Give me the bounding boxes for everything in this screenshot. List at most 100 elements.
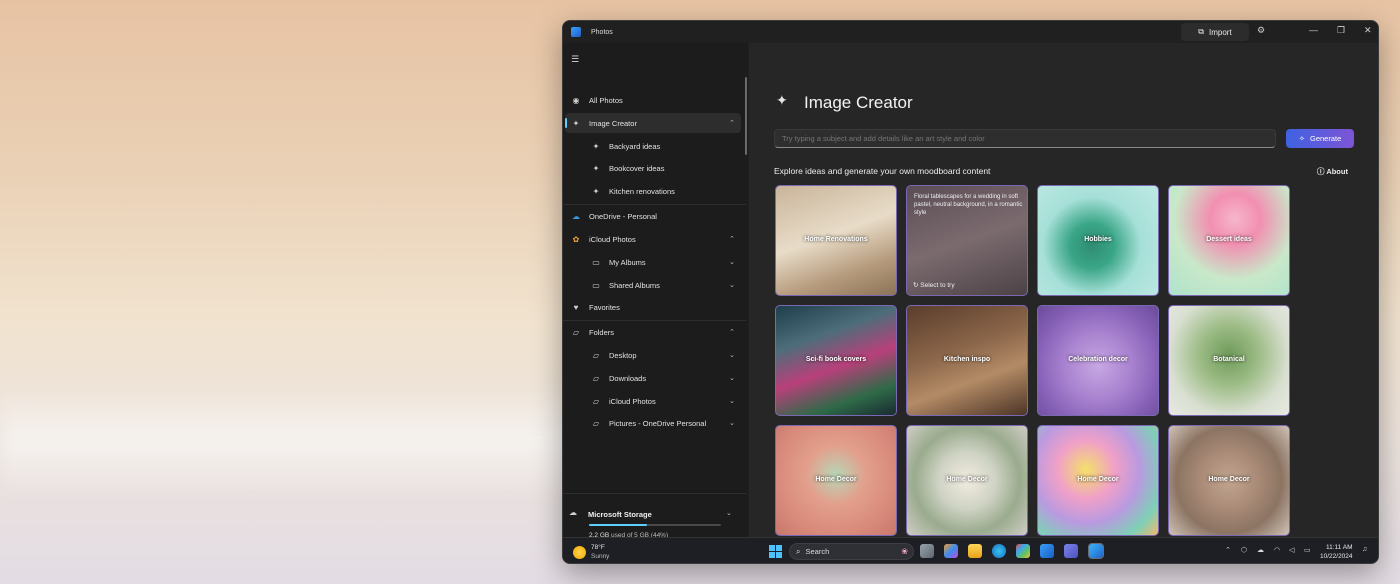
clock-time[interactable]: 11:11 AM bbox=[1326, 544, 1353, 551]
battery-icon[interactable]: ▭ bbox=[1304, 546, 1311, 554]
sidebar-item-downloads[interactable]: ▱ Downloads ⌄ bbox=[585, 368, 741, 388]
main-content: ✦ Image Creator ✧ Generate Explore ideas… bbox=[749, 43, 1378, 537]
idea-tile[interactable]: Home Decor bbox=[775, 425, 897, 536]
chevron-down-icon[interactable]: ⌄ bbox=[729, 374, 735, 382]
taskbar: 78°F Sunny ⌕ Search ❀ ⌃ ⬡ ☁ ◠ ◁ ▭ 11:11 … bbox=[563, 537, 1378, 563]
image-sparkle-icon: ✦ bbox=[592, 163, 600, 173]
sidebar-item-shared-albums[interactable]: ▭ Shared Albums ⌄ bbox=[585, 275, 741, 295]
outlook-icon[interactable] bbox=[1040, 544, 1054, 558]
image-sparkle-icon: ✦ bbox=[592, 186, 600, 196]
title-bar: Photos bbox=[563, 21, 1378, 43]
sidebar-scrollbar[interactable] bbox=[745, 77, 747, 155]
sidebar-item-all-photos[interactable]: ◉ All Photos bbox=[565, 90, 741, 110]
idea-tile-prompt[interactable]: Floral tablescapes for a wedding in soft… bbox=[906, 185, 1028, 296]
chevron-up-icon[interactable]: ⌃ bbox=[729, 235, 735, 243]
cloud-icon: ☁ bbox=[572, 211, 580, 221]
sidebar-divider bbox=[563, 320, 746, 321]
sidebar-divider bbox=[563, 204, 746, 205]
search-highlight-icon: ❀ bbox=[901, 547, 908, 556]
sidebar-item-onedrive[interactable]: ☁ OneDrive - Personal bbox=[565, 206, 741, 226]
wifi-icon[interactable]: ◠ bbox=[1274, 546, 1280, 554]
sidebar: ☰ ◉ All Photos ✦ Image Creator ⌃ ✦ Backy… bbox=[563, 43, 748, 539]
onedrive-tray-icon[interactable]: ☁ bbox=[1257, 546, 1264, 554]
weather-condition[interactable]: Sunny bbox=[591, 553, 609, 560]
chevron-down-icon[interactable]: ⌄ bbox=[729, 397, 735, 405]
idea-tile[interactable]: Kitchen inspo bbox=[906, 305, 1028, 416]
idea-tile[interactable]: Celebration decor bbox=[1037, 305, 1159, 416]
sidebar-item-icloud-photos[interactable]: ✿ iCloud Photos ⌃ bbox=[565, 229, 741, 249]
image-sparkle-icon: ✦ bbox=[592, 141, 600, 151]
folder-icon: ▱ bbox=[592, 350, 600, 360]
copilot-tray-icon[interactable]: ⬡ bbox=[1241, 546, 1247, 554]
chevron-up-icon[interactable]: ⌃ bbox=[729, 119, 735, 127]
gallery-icon: ◉ bbox=[572, 95, 580, 105]
close-icon[interactable]: ✕ bbox=[1364, 25, 1372, 36]
import-button[interactable]: ⧉ Import bbox=[1181, 23, 1249, 41]
menu-icon[interactable]: ☰ bbox=[571, 54, 579, 65]
import-label: Import bbox=[1209, 27, 1232, 37]
about-link[interactable]: ⓘ About bbox=[1317, 166, 1348, 177]
sidebar-item-favorites[interactable]: ♥ Favorites bbox=[565, 297, 741, 317]
idea-tile[interactable]: Dessert ideas bbox=[1168, 185, 1290, 296]
file-explorer-icon[interactable] bbox=[968, 544, 982, 558]
taskbar-search[interactable]: ⌕ Search ❀ bbox=[789, 543, 914, 560]
album-icon: ▭ bbox=[592, 257, 600, 267]
prompt-input[interactable] bbox=[774, 129, 1276, 148]
folder-icon: ▱ bbox=[592, 396, 600, 406]
import-icon: ⧉ bbox=[1198, 27, 1205, 36]
sidebar-item-kitchen-renovations[interactable]: ✦ Kitchen renovations bbox=[585, 181, 741, 201]
sidebar-item-my-albums[interactable]: ▭ My Albums ⌄ bbox=[585, 252, 741, 272]
image-sparkle-icon: ✦ bbox=[776, 92, 788, 108]
idea-tile[interactable]: Home Decor bbox=[1168, 425, 1290, 536]
idea-tile[interactable]: Hobbies bbox=[1037, 185, 1159, 296]
chevron-down-icon[interactable]: ⌄ bbox=[729, 281, 735, 289]
windows-start-icon[interactable] bbox=[769, 545, 782, 558]
storage-progress-bar bbox=[589, 524, 721, 526]
chevron-up-icon[interactable]: ⌃ bbox=[1225, 546, 1231, 554]
chevron-down-icon[interactable]: ⌄ bbox=[726, 509, 732, 517]
explore-heading: Explore ideas and generate your own mood… bbox=[774, 166, 991, 176]
weather-temp[interactable]: 78°F bbox=[591, 544, 605, 551]
page-title: Image Creator bbox=[804, 93, 913, 112]
sun-icon[interactable] bbox=[573, 546, 586, 559]
image-sparkle-icon: ✦ bbox=[572, 118, 580, 128]
sidebar-item-desktop[interactable]: ▱ Desktop ⌄ bbox=[585, 345, 741, 365]
idea-tile[interactable]: Sci-fi book covers bbox=[775, 305, 897, 416]
gear-icon[interactable]: ⚙ bbox=[1257, 25, 1265, 36]
idea-tile[interactable]: Home Decor bbox=[1037, 425, 1159, 536]
album-icon: ▭ bbox=[592, 280, 600, 290]
sidebar-item-folders[interactable]: ▱ Folders ⌃ bbox=[565, 322, 741, 342]
chevron-down-icon[interactable]: ⌄ bbox=[729, 351, 735, 359]
copilot-icon[interactable] bbox=[944, 544, 958, 558]
idea-tile[interactable]: Home Decor bbox=[906, 425, 1028, 536]
app-title: Photos bbox=[591, 28, 613, 36]
store-icon[interactable] bbox=[1016, 544, 1030, 558]
folder-icon: ▱ bbox=[592, 373, 600, 383]
notification-bell-icon[interactable]: ♫ bbox=[1362, 546, 1367, 553]
sidebar-item-image-creator[interactable]: ✦ Image Creator ⌃ bbox=[565, 113, 741, 133]
minimize-icon[interactable]: — bbox=[1309, 25, 1318, 35]
volume-icon[interactable]: ◁ bbox=[1289, 546, 1294, 554]
photos-taskbar-icon[interactable] bbox=[1088, 543, 1104, 559]
chevron-down-icon[interactable]: ⌄ bbox=[729, 258, 735, 266]
wallpaper-sheen bbox=[0, 380, 620, 500]
idea-tile[interactable]: Botanical bbox=[1168, 305, 1290, 416]
storage-progress-fill bbox=[589, 524, 648, 526]
chevron-up-icon[interactable]: ⌃ bbox=[729, 328, 735, 336]
generate-button[interactable]: ✧ Generate bbox=[1286, 129, 1354, 148]
storage-title: Microsoft Storage bbox=[588, 510, 652, 519]
task-view-icon[interactable] bbox=[920, 544, 934, 558]
info-icon: ⓘ bbox=[1317, 167, 1325, 176]
teams-icon[interactable] bbox=[1064, 544, 1078, 558]
clock-date[interactable]: 10/22/2024 bbox=[1320, 553, 1353, 560]
restore-icon[interactable]: ❐ bbox=[1337, 25, 1345, 36]
sidebar-item-backyard-ideas[interactable]: ✦ Backyard ideas bbox=[585, 136, 741, 156]
sidebar-item-pictures-onedrive[interactable]: ▱ Pictures - OneDrive Personal ⌄ bbox=[585, 413, 741, 433]
idea-tile[interactable]: Home Renovations bbox=[775, 185, 897, 296]
chevron-down-icon[interactable]: ⌄ bbox=[729, 419, 735, 427]
sidebar-item-bookcover-ideas[interactable]: ✦ Bookcover ideas bbox=[585, 158, 741, 178]
search-icon: ⌕ bbox=[796, 546, 801, 556]
edge-icon[interactable] bbox=[992, 544, 1006, 558]
sidebar-item-icloud-photos-folder[interactable]: ▱ iCloud Photos ⌄ bbox=[585, 391, 741, 411]
select-to-try: ↻ Select to try bbox=[913, 282, 955, 289]
